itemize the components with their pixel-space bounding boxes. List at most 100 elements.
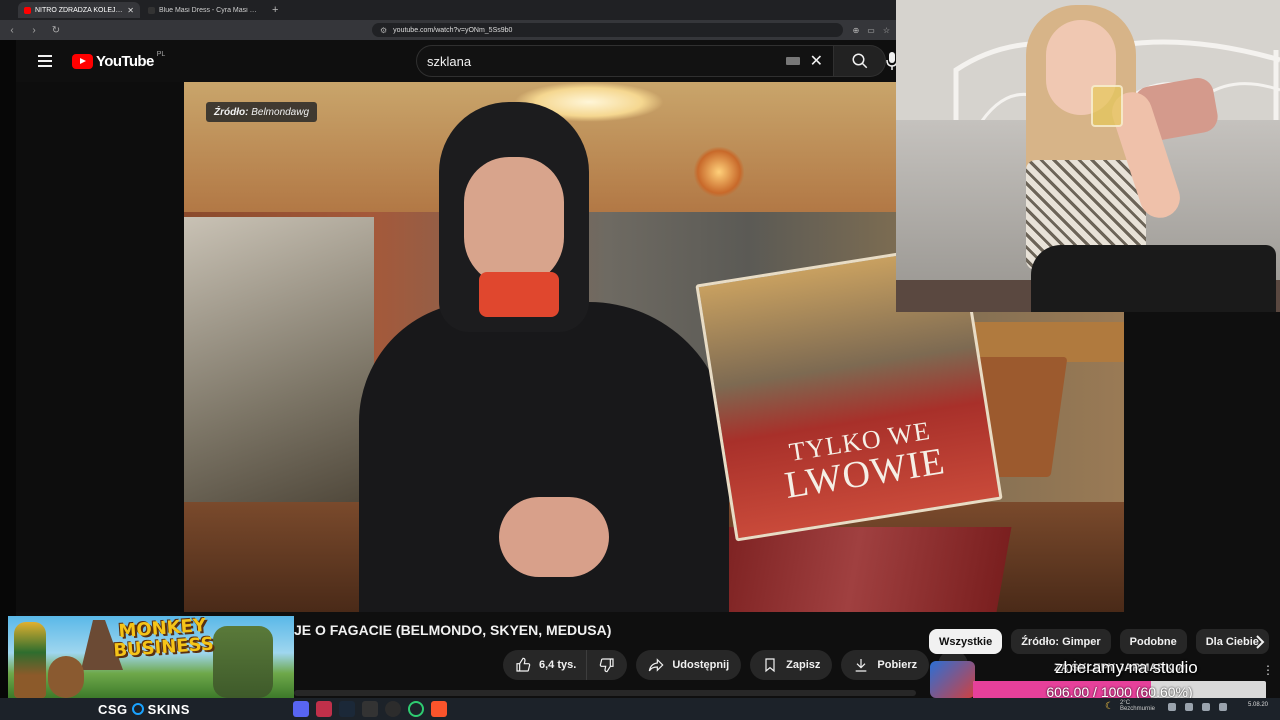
weather-widget[interactable]: ☾ 2°C Bezchmurnie [1105,700,1155,712]
system-clock[interactable]: 5.08.20 [1248,702,1268,708]
channel-row-placeholder [294,690,916,696]
monkey-business-banner: MONKEY BUSINESS [8,616,294,698]
url-field[interactable]: ⚙ youtube.com/watch?v=yONm_5Ss9b0 [372,23,843,37]
dislike-button[interactable] [586,650,628,680]
address-bar-actions: ⊕ ▭ ☆ [853,26,890,35]
source-name: Belmondawg [251,106,310,118]
webcam-overlay [896,0,1280,312]
chevron-up-icon[interactable] [1168,703,1176,711]
thumbs-up-icon [516,657,531,672]
obs-icon[interactable] [385,701,401,717]
brand-ring-icon [131,703,144,715]
promo-title: MONKEY BUSINESS [107,616,219,661]
person-face [464,157,564,287]
chevron-right-icon[interactable] [1250,632,1270,652]
taskbar-apps [293,701,447,717]
drink-glass [1091,85,1123,127]
recommended-video-thumbnail[interactable] [930,661,975,698]
tab-title: NITRO ZDRADZA KOLEJNE INFO [35,6,124,14]
discord-icon[interactable] [293,701,309,717]
source-badge: Źródło: Belmondawg [206,102,318,122]
player-letterbox-left [16,82,184,612]
youtube-logo[interactable]: YouTube PL [72,50,166,70]
download-icon [856,659,867,672]
browser-tab-youtube[interactable]: NITRO ZDRADZA KOLEJNE INFO ✕ [18,2,140,18]
video-actions: 6,4 tys. Udostępnij Zapisz Pobierz [503,650,969,680]
cast-icon[interactable]: ▭ [867,26,875,35]
monkey-character [48,656,84,698]
adventurer-character [14,622,46,698]
chrome-icon[interactable] [408,701,424,717]
moon-icon: ☾ [1105,700,1114,712]
brand-right: SKINS [147,701,190,717]
forward-icon[interactable]: › [28,25,40,36]
tab-title: Blue Masi Dress - Cyra Masi Dress - [159,6,258,14]
screen: NITRO ZDRADZA KOLEJNE INFO ✕ Blue Masi D… [0,0,1280,720]
clear-search-icon[interactable]: ✕ [810,51,823,71]
browser-address-bar: ‹ › ↻ ⚙ youtube.com/watch?v=yONm_5Ss9b0 … [0,20,896,40]
save-button[interactable]: Zapisz [750,650,833,680]
site-favicon-icon [148,6,155,14]
goal-title: zbieramy na studio [1055,658,1198,677]
bookmark-save-icon [765,658,775,673]
share-label: Udostępnij [672,659,730,671]
chip-similar[interactable]: Podobne [1119,629,1187,654]
brave-icon[interactable] [431,701,447,717]
share-icon [649,658,664,672]
save-label: Zapisz [786,659,821,671]
reload-icon[interactable]: ↻ [50,25,62,36]
search-bar: szklana ✕ [416,45,886,77]
person-hand [499,497,609,577]
video-person: TYLKO WE LWOWIE [359,102,1003,612]
steam-icon[interactable] [339,701,355,717]
video-title: JE O FAGACIE (BELMONDO, SKYEN, MEDUSA) [294,622,612,638]
back-icon[interactable]: ‹ [6,25,18,36]
zoom-icon[interactable]: ⊕ [853,26,860,35]
page-right-dark [1124,312,1280,612]
volume-icon[interactable] [1202,703,1210,711]
app-icon[interactable] [316,701,332,717]
promo-title-line2: BUSINESS [112,633,215,662]
person-scarf [479,272,559,317]
site-info-icon[interactable]: ⚙ [380,26,387,35]
url-text: youtube.com/watch?v=yONm_5Ss9b0 [393,26,513,34]
search-input[interactable]: szklana ✕ [416,45,834,77]
youtube-masthead: YouTube PL szklana ✕ [16,40,898,82]
like-count: 6,4 tys. [539,659,577,671]
share-button[interactable]: Udostępnij [636,650,742,680]
thumbs-down-icon [600,658,614,673]
keyboard-icon[interactable] [785,57,800,65]
download-label: Pobierz [877,659,918,671]
terminal-icon[interactable] [362,701,378,717]
youtube-play-icon [72,53,93,69]
search-button[interactable] [834,45,886,77]
video-scene-mural [184,217,374,517]
streamer-legs [1031,245,1276,312]
logo-text: YouTube [96,52,154,70]
country-code: PL [156,50,166,58]
new-tab-icon[interactable]: + [266,4,284,16]
browser-tab-dress[interactable]: Blue Masi Dress - Cyra Masi Dress - [142,2,264,18]
bookmark-icon[interactable]: ☆ [883,26,890,35]
chip-all[interactable]: Wszystkie [929,629,1003,654]
soldier-character [213,626,273,698]
csgo-skins-logo: CSG SKINS [98,698,190,720]
weather-description: Bezchmurnie [1119,706,1155,712]
recommended-video-menu-icon[interactable]: ⋮ [1262,663,1274,677]
brand-left: CSG [98,701,128,717]
like-button[interactable]: 6,4 tys. [503,650,587,680]
browser-tab-bar: NITRO ZDRADZA KOLEJNE INFO ✕ Blue Masi D… [0,0,896,20]
youtube-favicon-icon [24,6,31,14]
close-tab-icon[interactable]: ✕ [127,6,134,15]
battery-icon[interactable] [1219,703,1227,711]
search-icon [852,53,867,69]
network-icon[interactable] [1185,703,1193,711]
windows-taskbar [0,698,1280,720]
menu-icon[interactable] [38,55,52,67]
source-label: Źródło: [214,106,249,118]
related-filter-chips: Wszystkie Źródło: Gimper Podobne Dla Cie… [929,629,1269,654]
chip-source[interactable]: Źródło: Gimper [1011,629,1111,654]
book-title: TYLKO WE LWOWIE [744,411,981,510]
download-button[interactable]: Pobierz [841,650,930,680]
system-tray [1168,703,1227,711]
